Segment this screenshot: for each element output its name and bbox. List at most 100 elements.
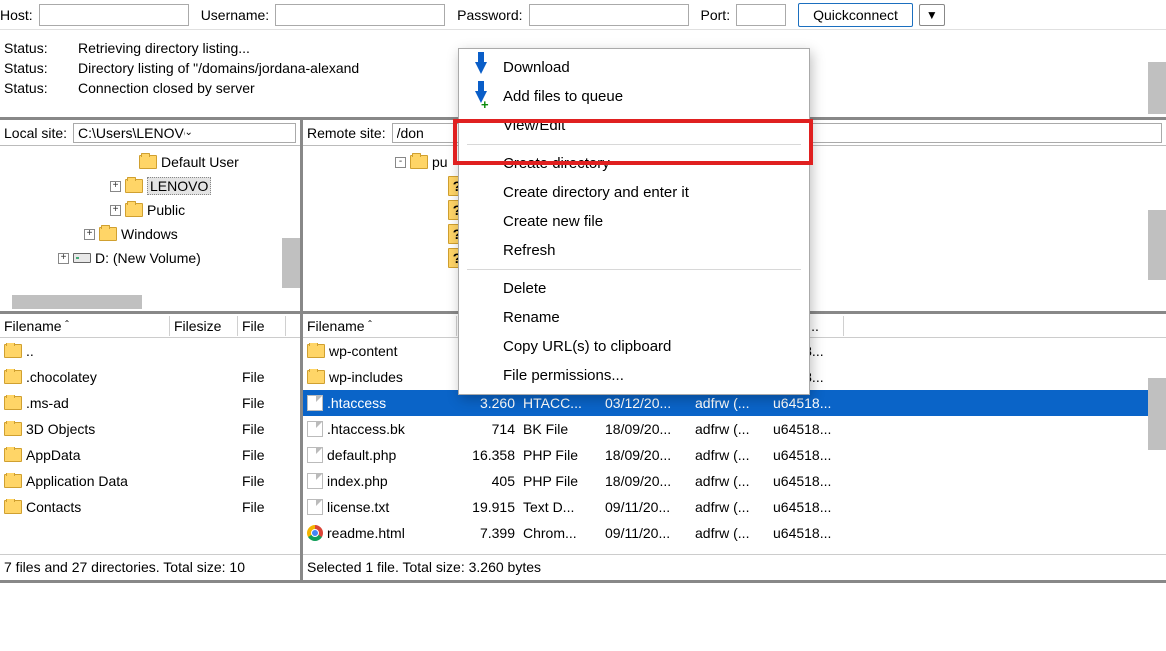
menu-item[interactable]: View/Edit bbox=[459, 111, 809, 140]
folder-icon bbox=[307, 370, 325, 384]
file-type: File bbox=[238, 395, 286, 411]
local-site-label: Local site: bbox=[4, 125, 67, 141]
file-type: File bbox=[238, 369, 286, 385]
local-site-combo[interactable]: C:\Users\LENOVO\ ⌄ bbox=[73, 123, 296, 143]
file-date: 18/09/20... bbox=[601, 447, 691, 463]
file-type: PHP File bbox=[519, 473, 601, 489]
menu-item-label: View/Edit bbox=[503, 117, 565, 134]
file-name: .htaccess.bk bbox=[327, 421, 405, 437]
folder-icon bbox=[4, 500, 22, 514]
remote-tree-vscroll[interactable] bbox=[1148, 210, 1166, 280]
local-filelist-header[interactable]: Filename⌃ Filesize File bbox=[0, 314, 300, 338]
menu-item[interactable]: Delete bbox=[459, 274, 809, 303]
quickconnect-dropdown[interactable]: ▼ bbox=[919, 4, 945, 26]
menu-item[interactable]: +Add files to queue bbox=[459, 82, 809, 111]
file-perm: adfrw (... bbox=[691, 499, 769, 515]
menu-item[interactable]: Create new file bbox=[459, 207, 809, 236]
log-scrollbar[interactable] bbox=[1148, 62, 1166, 114]
file-type: File bbox=[238, 473, 286, 489]
tree-item[interactable]: + Windows bbox=[0, 222, 300, 246]
menu-item[interactable]: Create directory bbox=[459, 149, 809, 178]
tree-expander[interactable]: + bbox=[58, 253, 69, 264]
file-icon bbox=[307, 395, 323, 411]
file-perm: adfrw (... bbox=[691, 421, 769, 437]
list-item[interactable]: index.php 405 PHP File 18/09/20... adfrw… bbox=[303, 468, 1166, 494]
folder-icon bbox=[139, 155, 157, 169]
folder-icon bbox=[4, 396, 22, 410]
menu-item-label: Create directory and enter it bbox=[503, 184, 689, 201]
status-label: Status: bbox=[4, 38, 50, 58]
file-name: license.txt bbox=[327, 499, 389, 515]
list-item[interactable]: license.txt 19.915 Text D... 09/11/20...… bbox=[303, 494, 1166, 520]
quickconnect-button[interactable]: Quickconnect bbox=[798, 3, 913, 27]
menu-separator bbox=[467, 269, 801, 270]
tree-expander[interactable]: + bbox=[110, 205, 121, 216]
local-tree-hscroll[interactable] bbox=[12, 295, 142, 309]
menu-item-label: Rename bbox=[503, 309, 560, 326]
file-name: wp-content bbox=[329, 343, 397, 359]
file-type: File bbox=[238, 447, 286, 463]
tree-expander[interactable]: - bbox=[395, 157, 406, 168]
list-item[interactable]: .ms-ad File bbox=[0, 390, 300, 416]
file-name: Application Data bbox=[26, 473, 128, 489]
menu-item-label: Download bbox=[503, 59, 570, 76]
local-tree-vscroll[interactable] bbox=[282, 238, 300, 288]
list-item[interactable]: .htaccess.bk 714 BK File 18/09/20... adf… bbox=[303, 416, 1166, 442]
tree-item[interactable]: + LENOVO bbox=[0, 174, 300, 198]
menu-item[interactable]: Download bbox=[459, 53, 809, 82]
password-label: Password: bbox=[457, 7, 522, 23]
list-item[interactable]: readme.html 7.399 Chrom... 09/11/20... a… bbox=[303, 520, 1166, 546]
list-item[interactable]: 3D Objects File bbox=[0, 416, 300, 442]
list-item[interactable]: Contacts File bbox=[0, 494, 300, 520]
tree-item[interactable]: Default User bbox=[0, 150, 300, 174]
col-filename[interactable]: Filename bbox=[307, 318, 365, 334]
folder-icon bbox=[4, 448, 22, 462]
sort-caret-icon: ⌃ bbox=[64, 319, 71, 328]
list-item[interactable]: Application Data File bbox=[0, 468, 300, 494]
list-item[interactable]: AppData File bbox=[0, 442, 300, 468]
file-name: wp-includes bbox=[329, 369, 403, 385]
file-size: 7.399 bbox=[457, 525, 519, 541]
file-type: HTACC... bbox=[519, 395, 601, 411]
status-label: Status: bbox=[4, 58, 50, 78]
tree-expander[interactable]: + bbox=[110, 181, 121, 192]
drive-icon bbox=[73, 253, 91, 263]
local-site-path: C:\Users\LENOVO\ bbox=[78, 125, 184, 141]
tree-item-label: pu bbox=[432, 154, 448, 170]
host-input[interactable] bbox=[39, 4, 189, 26]
col-filesize[interactable]: Filesize bbox=[170, 316, 238, 336]
local-filelist[interactable]: .. .chocolatey File.ms-ad File3D Objects… bbox=[0, 338, 300, 554]
tree-expander[interactable]: + bbox=[84, 229, 95, 240]
menu-item[interactable]: Copy URL(s) to clipboard bbox=[459, 332, 809, 361]
file-name: index.php bbox=[327, 473, 388, 489]
file-name: .ms-ad bbox=[26, 395, 69, 411]
tree-item[interactable]: +Public bbox=[0, 198, 300, 222]
host-label: Host: bbox=[0, 7, 33, 23]
password-input[interactable] bbox=[529, 4, 689, 26]
col-filetype[interactable]: File bbox=[238, 316, 286, 336]
username-input[interactable] bbox=[275, 4, 445, 26]
sort-caret-icon: ⌃ bbox=[367, 319, 374, 328]
file-date: 09/11/20... bbox=[601, 525, 691, 541]
tree-item-label: Windows bbox=[121, 226, 178, 242]
col-filename[interactable]: Filename bbox=[4, 318, 62, 334]
menu-item-label: Add files to queue bbox=[503, 88, 623, 105]
menu-item[interactable]: Create directory and enter it bbox=[459, 178, 809, 207]
remote-filelist-vscroll[interactable] bbox=[1148, 378, 1166, 450]
tree-item[interactable]: +D: (New Volume) bbox=[0, 246, 300, 270]
tree-item-label: LENOVO bbox=[147, 177, 211, 195]
folder-icon bbox=[307, 344, 325, 358]
list-item[interactable]: .. bbox=[0, 338, 300, 364]
port-input[interactable] bbox=[736, 4, 786, 26]
menu-item[interactable]: Refresh bbox=[459, 236, 809, 265]
list-item[interactable]: .chocolatey File bbox=[0, 364, 300, 390]
list-item[interactable]: default.php 16.358 PHP File 18/09/20... … bbox=[303, 442, 1166, 468]
file-owner: u64518... bbox=[769, 525, 844, 541]
menu-item[interactable]: Rename bbox=[459, 303, 809, 332]
menu-item[interactable]: File permissions... bbox=[459, 361, 809, 390]
context-menu: Download +Add files to queue View/Edit Crea… bbox=[458, 48, 810, 395]
folder-icon bbox=[4, 370, 22, 384]
folder-icon bbox=[410, 155, 428, 169]
local-tree[interactable]: Default User+LENOVO+Public+Windows+D: (N… bbox=[0, 146, 300, 314]
file-name: AppData bbox=[26, 447, 80, 463]
